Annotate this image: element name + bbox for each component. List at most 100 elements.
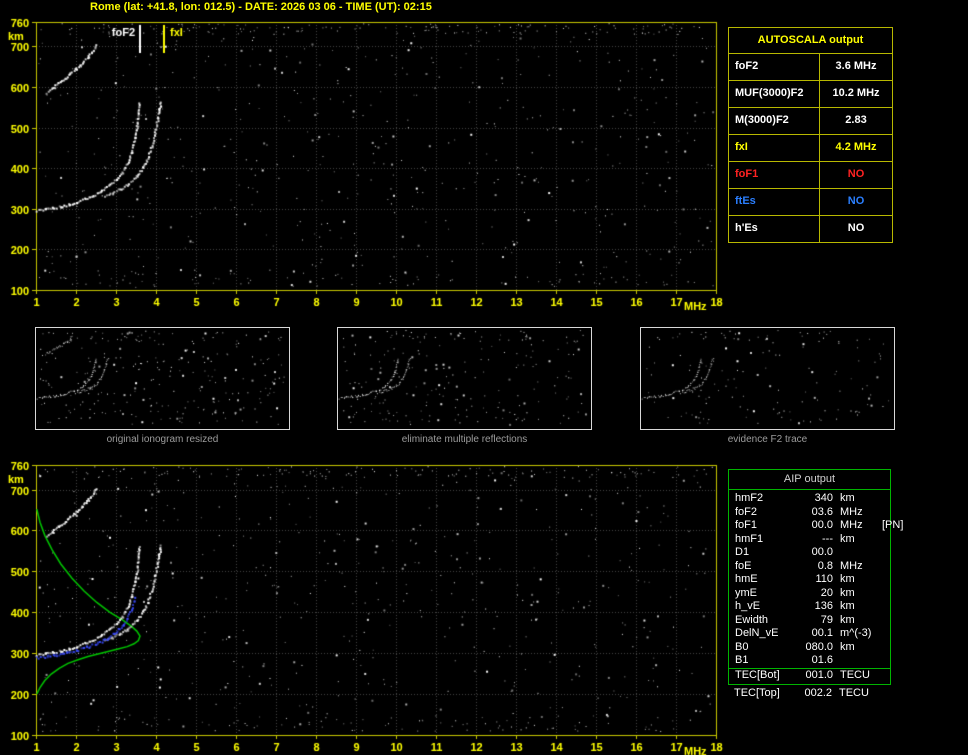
parameter-note [879,587,887,601]
parameter-value: 20 [820,586,833,599]
parameter-name: M(3000)F2 [729,108,820,134]
thumbnail-caption: evidence F2 trace [727,434,808,445]
aip-table-row: B1 01.6 [729,654,890,668]
parameter-name: foF1 [735,519,758,531]
aip-output-box: AIP output hmF2 340 km foF2 03.6 MHz foF1 00.0 M… [728,469,903,685]
aip-table-row: h_vE 136 km [729,600,890,614]
aip-tec-top-row-container: TEC[Top] 002.2 TECU [728,685,891,701]
parameter-value: 340 [814,492,833,504]
aip-panel-title: AIP output [729,470,890,490]
parameter-name: MUF(3000)F2 [729,81,820,107]
parameter-unit: km [840,573,855,585]
parameter-name: foF1 [729,162,820,188]
aip-table-row: foF1 00.0 MHz [PN] [729,519,903,533]
parameter-unit [833,546,879,560]
parameter-name: B0 [735,640,749,653]
main-ionogram-canvas [0,16,725,318]
aip-table-row: Ewidth 79 km [729,614,890,628]
parameter-name: ftEs [729,189,820,215]
parameter-value: 3.6 MHz [835,60,877,72]
station-date-time-header: Rome (lat: +41.8, lon: 012.5) - DATE: 20… [90,1,432,13]
profile-ionogram-canvas [0,459,725,755]
aip-output-panel: AIP output hmF2 340 km foF2 03.6 MHz foF1 00.0 M… [728,469,903,701]
parameter-value: 0.8 [817,559,833,572]
aip-table-row: hmE 110 km [729,573,890,587]
parameter-name: TEC[Bot] [735,668,780,681]
parameter-value: 002.2 [804,687,832,699]
thumbnail-canvas-f2-trace [640,327,895,430]
autoscala-table: foF2 3.6 MHz MUF(3000)F2 10.2 MHz M(3000)F2 2… [729,54,892,242]
parameter-name: h'Es [729,216,820,242]
parameter-value: 110 [815,573,833,585]
parameter-unit: km [840,532,855,545]
aip-table-row: D1 00.0 [729,546,890,560]
thumbnail-caption: eliminate multiple reflections [401,434,528,445]
parameter-unit: MHz [840,505,863,518]
autoscala-table-row: fxI 4.2 MHz [729,135,892,162]
autoscala-table-row: M(3000)F2 2.83 [729,108,892,135]
autoscala-app-window: Rome (lat: +41.8, lon: 012.5) - DATE: 20… [0,0,968,755]
parameter-note [879,614,887,628]
parameter-value: --- [822,532,833,545]
parameter-name: D1 [735,546,750,558]
parameter-note [879,506,887,520]
parameter-value: 00.0 [811,519,833,531]
aip-table-row: hmF1 --- km [729,533,890,547]
parameter-name: B1 [735,654,749,666]
autoscala-table-row: foF2 3.6 MHz [729,54,892,81]
parameter-value: NO [847,195,865,207]
parameter-note [879,669,887,683]
thumbnail-caption: original ionogram resized [106,434,219,445]
parameter-name: Ewidth [735,613,769,626]
parameter-note [879,654,887,668]
autoscala-table-row: h'Es NO [729,216,892,242]
parameter-unit: TECU [839,687,869,699]
thumbnail-original-ionogram: original ionogram resized [35,327,290,445]
thumbnail-multiple-reflections-removed: eliminate multiple reflections [337,327,592,445]
autoscala-panel-title: AUTOSCALA output [729,28,892,54]
parameter-value: 4.2 MHz [835,141,877,153]
aip-table-row: DelN_vE 00.1 m^(-3) [729,627,890,641]
parameter-name: hmE [735,573,758,585]
aip-table-row: foE 0.8 MHz [729,560,890,574]
parameter-note [879,560,887,574]
parameter-value: 03.6 [811,505,833,518]
parameter-name: hmF2 [735,492,764,504]
parameter-unit: m^(-3) [840,627,872,639]
parameter-value: 00.0 [811,546,833,558]
aip-table-row: hmF2 340 km [729,492,890,506]
parameter-unit: km [840,640,855,653]
parameter-note [878,687,888,701]
parameter-value: 2.83 [845,114,867,126]
parameter-unit: TECU [840,668,870,681]
aip-table-row: TEC[Bot] 001.0 TECU [729,667,890,683]
autoscala-output-panel: AUTOSCALA output foF2 3.6 MHz MUF(3000)F2 1… [728,27,893,243]
aip-table-row: TEC[Top] 002.2 TECU [728,685,891,701]
parameter-note [879,546,887,560]
aip-table: hmF2 340 km foF2 03.6 MHz foF1 00.0 MHz [PN] hmF1 -… [729,490,903,684]
parameter-value: 001.0 [805,668,833,681]
parameter-name: foE [735,559,752,572]
parameter-name: ymE [735,586,757,599]
parameter-name: h_vE [735,600,761,612]
parameter-note [879,600,887,614]
autoscala-table-row: ftEs NO [729,189,892,216]
parameter-value: 10.2 MHz [832,87,880,99]
aip-table-row: foF2 03.6 MHz [729,506,890,520]
thumbnail-canvas-original [35,327,290,430]
autoscala-table-row: foF1 NO [729,162,892,189]
parameter-unit: km [840,492,855,504]
thumbnail-canvas-cleaned [337,327,592,430]
parameter-unit: km [840,600,855,612]
parameter-name: TEC[Top] [734,687,780,699]
parameter-note: [PN] [882,519,904,531]
parameter-name: DelN_vE [735,627,779,639]
parameter-unit: km [840,586,855,599]
parameter-value: NO [847,168,865,180]
parameter-value: NO [847,222,865,234]
parameter-value: 00.1 [811,627,833,639]
parameter-name: hmF1 [735,532,764,545]
parameter-value: 01.6 [811,654,833,666]
aip-table-row: B0 080.0 km [729,641,890,655]
parameter-note [879,573,887,587]
